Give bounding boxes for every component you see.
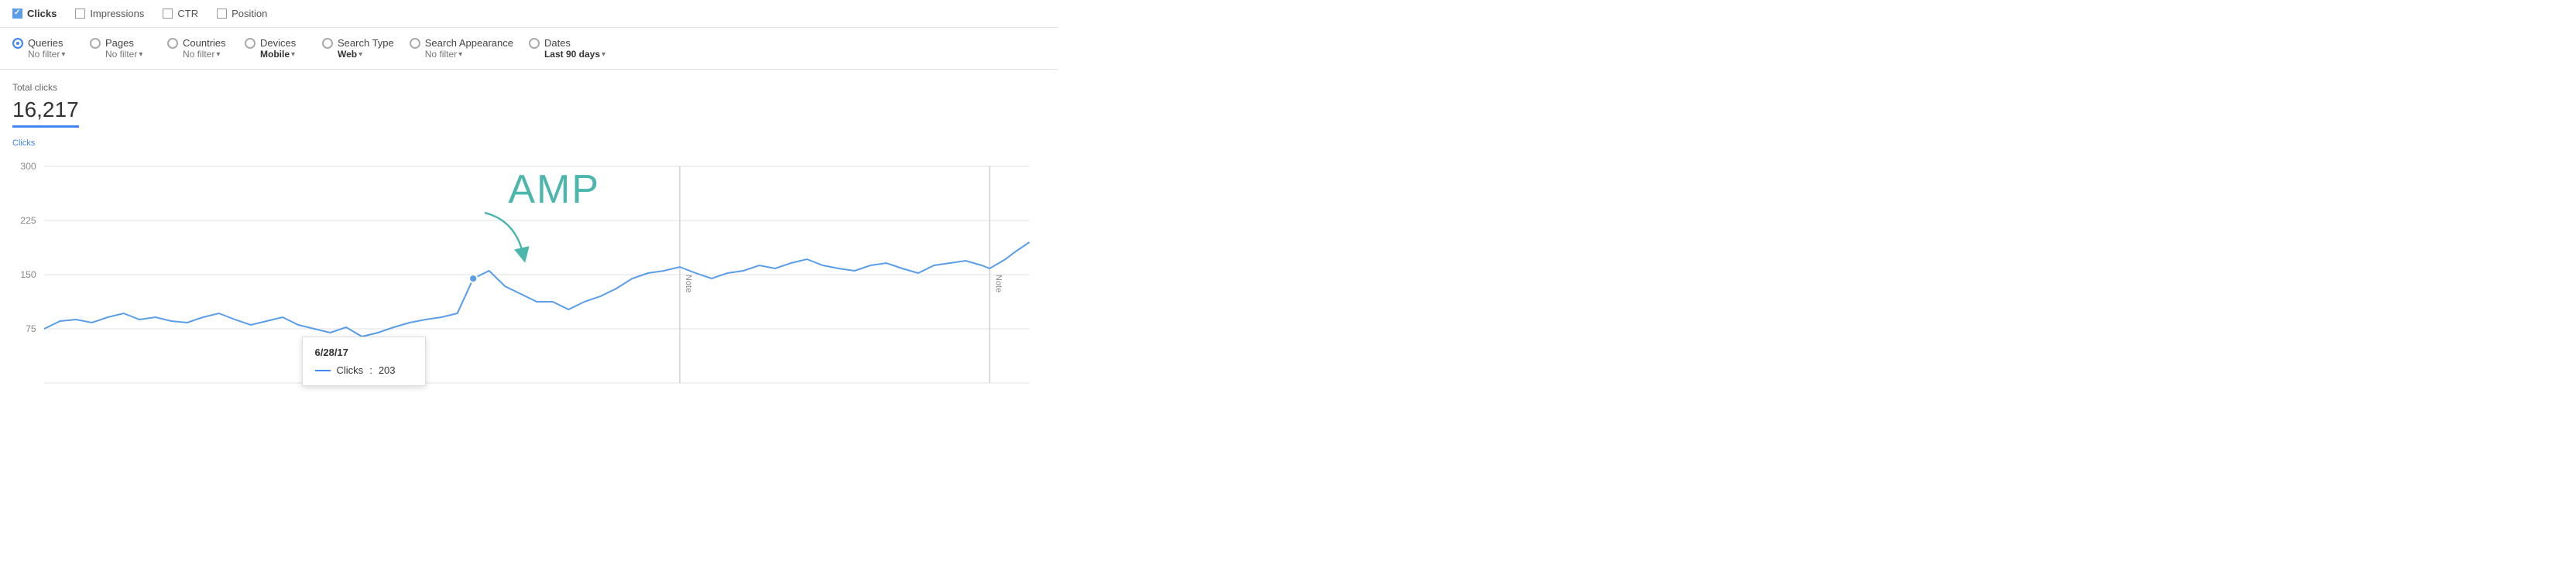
metrics-bar: Clicks Impressions CTR Position xyxy=(0,0,1058,28)
search-appearance-filter-value: No filter xyxy=(425,49,457,60)
filter-countries[interactable]: Countries No filter ▾ xyxy=(167,34,245,63)
pages-radio xyxy=(90,38,101,49)
impressions-metric[interactable]: Impressions xyxy=(75,8,144,19)
chart-y-label: Clicks xyxy=(12,138,1045,148)
total-clicks-label: Total clicks xyxy=(12,82,1045,93)
queries-dropdown-arrow: ▾ xyxy=(61,50,65,59)
pages-filter-value: No filter xyxy=(105,49,137,60)
svg-text:300: 300 xyxy=(20,161,36,172)
filter-dates[interactable]: Dates Last 90 days ▾ xyxy=(529,34,621,63)
position-checkbox[interactable] xyxy=(217,9,227,19)
tooltip: 6/28/17 Clicks: 203 xyxy=(302,337,426,386)
tooltip-row: Clicks: 203 xyxy=(315,364,413,376)
search-type-filter-value: Web xyxy=(338,49,357,60)
countries-dropdown-arrow: ▾ xyxy=(216,50,220,59)
devices-dropdown-arrow: ▾ xyxy=(291,50,295,59)
filter-pages[interactable]: Pages No filter ▾ xyxy=(90,34,167,63)
queries-radio xyxy=(12,38,23,49)
clicks-metric[interactable]: Clicks xyxy=(12,8,57,19)
impressions-checkbox[interactable] xyxy=(75,9,85,19)
total-clicks-value: 16,217 xyxy=(12,97,79,128)
impressions-label: Impressions xyxy=(90,8,144,19)
tooltip-metric-value: 203 xyxy=(379,364,396,376)
ctr-checkbox[interactable] xyxy=(163,9,173,19)
clicks-checkbox[interactable] xyxy=(12,9,22,19)
svg-text:Note: Note xyxy=(684,275,693,292)
dates-radio xyxy=(529,38,540,49)
filter-search-type[interactable]: Search Type Web ▾ xyxy=(322,34,410,63)
queries-filter-value: No filter xyxy=(28,49,60,60)
search-appearance-dropdown-arrow: ▾ xyxy=(458,50,462,59)
svg-text:75: 75 xyxy=(26,323,36,334)
devices-filter-label: Devices xyxy=(260,37,296,49)
chart-svg: 300 225 150 75 Note Note xyxy=(12,151,1045,429)
ctr-label: CTR xyxy=(177,8,198,19)
countries-filter-label: Countries xyxy=(183,37,226,49)
pages-dropdown-arrow: ▾ xyxy=(139,50,142,59)
chart-container: Clicks AMP xyxy=(12,138,1045,463)
position-label: Position xyxy=(232,8,267,19)
svg-text:150: 150 xyxy=(20,269,36,280)
filter-queries[interactable]: Queries No filter ▾ xyxy=(12,34,90,63)
filter-search-appearance[interactable]: Search Appearance No filter ▾ xyxy=(410,34,529,63)
devices-filter-value: Mobile xyxy=(260,49,290,60)
queries-filter-label: Queries xyxy=(28,37,63,49)
clicks-line xyxy=(44,242,1029,337)
dates-dropdown-arrow: ▾ xyxy=(602,50,605,59)
search-type-radio xyxy=(322,38,333,49)
tooltip-line-icon xyxy=(315,370,331,371)
chart-area: Total clicks 16,217 Clicks AMP xyxy=(0,70,1058,463)
search-type-filter-label: Search Type xyxy=(338,37,394,49)
position-metric[interactable]: Position xyxy=(217,8,267,19)
countries-radio xyxy=(167,38,178,49)
tooltip-dot xyxy=(469,275,477,282)
countries-filter-value: No filter xyxy=(183,49,214,60)
clicks-label: Clicks xyxy=(27,8,57,19)
filter-bar: Queries No filter ▾ Pages No filter ▾ Co… xyxy=(0,28,1058,70)
dates-filter-value: Last 90 days xyxy=(544,49,600,60)
filter-devices[interactable]: Devices Mobile ▾ xyxy=(245,34,322,63)
tooltip-metric-label: Clicks xyxy=(337,364,364,376)
search-type-dropdown-arrow: ▾ xyxy=(358,50,362,59)
dates-filter-label: Dates xyxy=(544,37,571,49)
chart-svg-wrapper: AMP xyxy=(12,151,1045,445)
search-appearance-filter-label: Search Appearance xyxy=(425,37,513,49)
devices-radio xyxy=(245,38,256,49)
tooltip-date: 6/28/17 xyxy=(315,347,413,358)
pages-filter-label: Pages xyxy=(105,37,134,49)
search-appearance-radio xyxy=(410,38,420,49)
svg-text:Note: Note xyxy=(993,275,1003,292)
svg-text:225: 225 xyxy=(20,215,36,226)
ctr-metric[interactable]: CTR xyxy=(163,8,198,19)
